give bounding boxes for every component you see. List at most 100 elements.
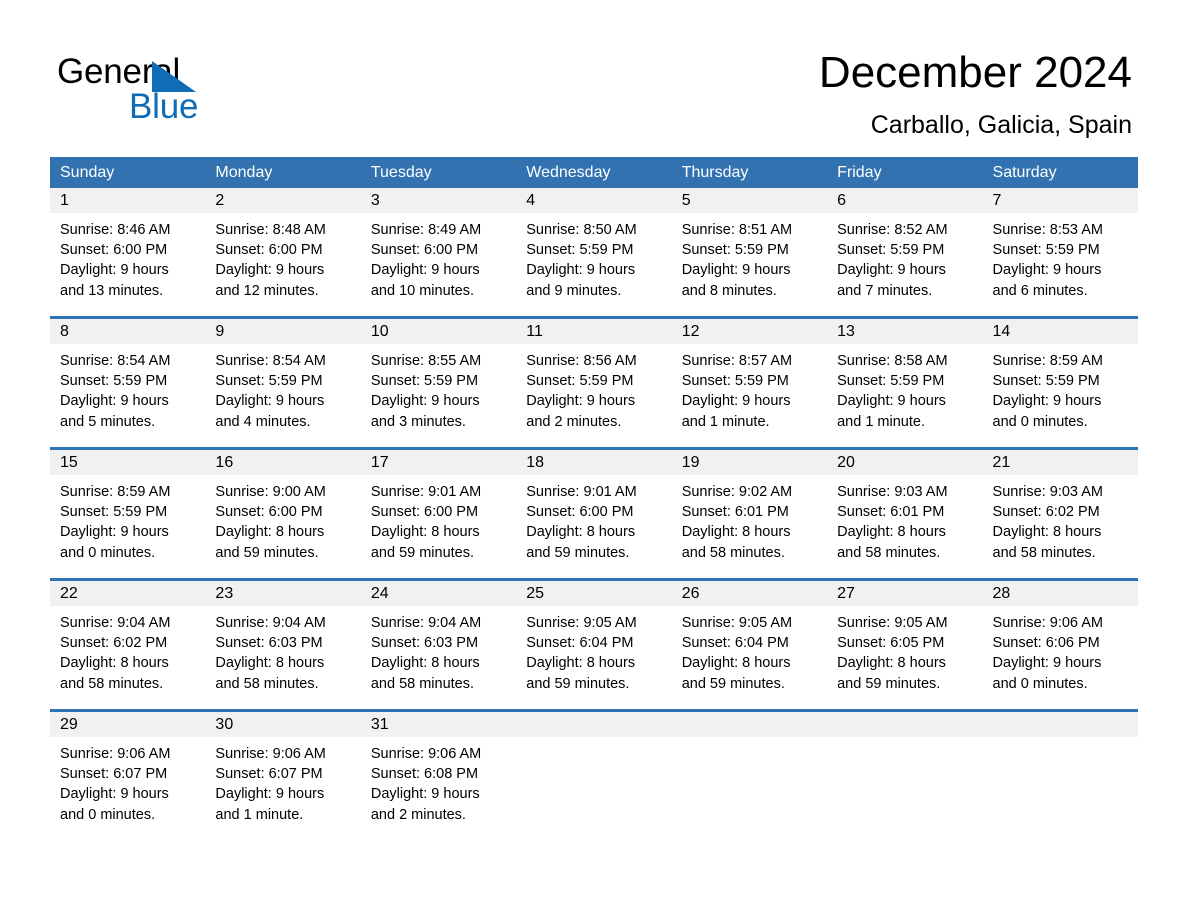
day-number-band: 23 (205, 581, 361, 606)
day-cell[interactable]: 24 Sunrise: 9:04 AM Sunset: 6:03 PM Dayl… (360, 581, 517, 699)
sunrise-text: Sunrise: 9:01 AM (526, 484, 637, 500)
day-number-band: 30 (205, 712, 361, 737)
day-number-band: 19 (671, 450, 828, 475)
daylight-text-line1: Daylight: 9 hours (60, 524, 169, 541)
day-cell[interactable]: 5 Sunrise: 8:51 AM Sunset: 5:59 PM Dayli… (671, 188, 828, 306)
sunrise-text: Sunrise: 8:59 AM (992, 353, 1103, 369)
day-cell[interactable]: 11 Sunrise: 8:56 AM Sunset: 5:59 PM Dayl… (516, 319, 672, 437)
weekday-header-sunday: Sunday (60, 164, 115, 181)
day-cell[interactable]: 28 Sunrise: 9:06 AM Sunset: 6:06 PM Dayl… (982, 581, 1138, 699)
sunrise-text: Sunrise: 8:58 AM (837, 353, 948, 369)
day-number: 30 (215, 716, 234, 733)
day-cell[interactable]: 13 Sunrise: 8:58 AM Sunset: 5:59 PM Dayl… (827, 319, 983, 437)
day-details: Sunrise: 9:03 AM Sunset: 6:01 PM Dayligh… (827, 475, 982, 568)
day-number-band: 16 (205, 450, 361, 475)
daylight-text-line1: Daylight: 8 hours (837, 524, 946, 541)
day-cell[interactable]: 16 Sunrise: 9:00 AM Sunset: 6:00 PM Dayl… (205, 450, 361, 568)
daylight-text-line2: and 59 minutes. (215, 544, 319, 561)
day-details: Sunrise: 9:05 AM Sunset: 6:04 PM Dayligh… (672, 606, 827, 699)
daylight-text-line1: Daylight: 9 hours (370, 786, 480, 803)
sunset-text: Sunset: 5:59 PM (215, 373, 323, 390)
day-cell[interactable]: 26 Sunrise: 9:05 AM Sunset: 6:04 PM Dayl… (671, 581, 828, 699)
day-cell[interactable]: 23 Sunrise: 9:04 AM Sunset: 6:03 PM Dayl… (205, 581, 361, 699)
sunset-text: Sunset: 5:59 PM (60, 504, 168, 521)
day-cell[interactable]: 4 Sunrise: 8:50 AM Sunset: 5:59 PM Dayli… (516, 188, 672, 306)
day-cell[interactable]: 25 Sunrise: 9:05 AM Sunset: 6:04 PM Dayl… (516, 581, 672, 699)
sunrise-text: Sunrise: 9:06 AM (60, 746, 171, 762)
day-number: 5 (681, 192, 691, 209)
day-details: Sunrise: 9:06 AM Sunset: 6:06 PM Dayligh… (983, 606, 1138, 699)
day-number: 7 (992, 192, 1002, 209)
daylight-text-line2: and 59 minutes. (837, 675, 941, 692)
day-number-band: 8 (50, 319, 206, 344)
day-number-band: 25 (516, 581, 672, 606)
daylight-text-line2: and 0 minutes. (60, 544, 156, 561)
day-number-band: 4 (516, 188, 672, 213)
day-cell[interactable]: 31 Sunrise: 9:06 AM Sunset: 6:08 PM Dayl… (360, 712, 517, 830)
day-number-band (516, 712, 672, 737)
sunset-text: Sunset: 5:59 PM (526, 373, 634, 390)
day-number: 18 (526, 454, 545, 471)
daylight-text-line1: Daylight: 9 hours (681, 262, 791, 279)
daylight-text-line2: and 6 minutes. (992, 282, 1088, 299)
daylight-text-line2: and 9 minutes. (526, 282, 622, 299)
day-number: 6 (837, 192, 847, 209)
day-number: 3 (370, 192, 380, 209)
day-cell[interactable]: 27 Sunrise: 9:05 AM Sunset: 6:05 PM Dayl… (827, 581, 983, 699)
day-cell[interactable]: 10 Sunrise: 8:55 AM Sunset: 5:59 PM Dayl… (360, 319, 517, 437)
week-row: 29 Sunrise: 9:06 AM Sunset: 6:07 PM Dayl… (50, 709, 1138, 830)
sunrise-text: Sunrise: 8:55 AM (370, 353, 482, 369)
day-number-band: 20 (827, 450, 983, 475)
sunrise-text: Sunrise: 8:57 AM (681, 353, 793, 369)
day-number: 4 (526, 192, 536, 209)
day-details (983, 737, 1138, 830)
day-number-band: 17 (360, 450, 517, 475)
sunset-text: Sunset: 6:07 PM (60, 766, 168, 783)
day-cell[interactable]: 18 Sunrise: 9:01 AM Sunset: 6:00 PM Dayl… (516, 450, 672, 568)
day-cell[interactable]: 14 Sunrise: 8:59 AM Sunset: 5:59 PM Dayl… (982, 319, 1138, 437)
daylight-text-line1: Daylight: 9 hours (215, 786, 325, 803)
day-cell[interactable]: 6 Sunrise: 8:52 AM Sunset: 5:59 PM Dayli… (827, 188, 983, 306)
day-number: 10 (370, 323, 389, 340)
logo-text-blue: Blue (129, 87, 199, 126)
day-cell[interactable]: 30 Sunrise: 9:06 AM Sunset: 6:07 PM Dayl… (205, 712, 361, 830)
day-cell[interactable]: 9 Sunrise: 8:54 AM Sunset: 5:59 PM Dayli… (205, 319, 361, 437)
daylight-text-line1: Daylight: 9 hours (526, 262, 636, 279)
daylight-text-line2: and 58 minutes. (992, 544, 1096, 561)
daylight-text-line2: and 59 minutes. (526, 544, 630, 561)
day-cell[interactable]: 2 Sunrise: 8:48 AM Sunset: 6:00 PM Dayli… (205, 188, 361, 306)
day-cell[interactable]: 8 Sunrise: 8:54 AM Sunset: 5:59 PM Dayli… (50, 319, 206, 437)
day-details: Sunrise: 8:46 AM Sunset: 6:00 PM Dayligh… (50, 213, 205, 306)
day-number-band: 18 (516, 450, 672, 475)
sunset-text: Sunset: 5:59 PM (992, 373, 1100, 390)
day-cell[interactable]: 1 Sunrise: 8:46 AM Sunset: 6:00 PM Dayli… (50, 188, 206, 306)
sunrise-text: Sunrise: 9:01 AM (370, 484, 482, 500)
day-cell[interactable]: 15 Sunrise: 8:59 AM Sunset: 5:59 PM Dayl… (50, 450, 206, 568)
day-number-band: 1 (50, 188, 206, 213)
day-number: 27 (837, 585, 855, 602)
day-details: Sunrise: 9:01 AM Sunset: 6:00 PM Dayligh… (361, 475, 516, 568)
sunrise-text: Sunrise: 8:59 AM (60, 484, 171, 500)
day-cell[interactable]: 21 Sunrise: 9:03 AM Sunset: 6:02 PM Dayl… (982, 450, 1138, 568)
day-details: Sunrise: 8:59 AM Sunset: 5:59 PM Dayligh… (50, 475, 205, 568)
day-cell[interactable]: 12 Sunrise: 8:57 AM Sunset: 5:59 PM Dayl… (671, 319, 828, 437)
day-details: Sunrise: 8:51 AM Sunset: 5:59 PM Dayligh… (672, 213, 827, 306)
day-number: 29 (60, 716, 78, 733)
day-cell[interactable]: 20 Sunrise: 9:03 AM Sunset: 6:01 PM Dayl… (827, 450, 983, 568)
sunrise-text: Sunrise: 8:54 AM (215, 353, 326, 369)
day-cell[interactable]: 29 Sunrise: 9:06 AM Sunset: 6:07 PM Dayl… (50, 712, 206, 830)
day-cell[interactable]: 22 Sunrise: 9:04 AM Sunset: 6:02 PM Dayl… (50, 581, 206, 699)
day-details: Sunrise: 8:59 AM Sunset: 5:59 PM Dayligh… (983, 344, 1138, 437)
sunset-text: Sunset: 6:04 PM (526, 635, 634, 652)
day-details: Sunrise: 8:50 AM Sunset: 5:59 PM Dayligh… (516, 213, 671, 306)
day-cell[interactable]: 7 Sunrise: 8:53 AM Sunset: 5:59 PM Dayli… (982, 188, 1138, 306)
day-number-band: 29 (50, 712, 206, 737)
day-cell[interactable]: 17 Sunrise: 9:01 AM Sunset: 6:00 PM Dayl… (360, 450, 517, 568)
sunrise-text: Sunrise: 8:49 AM (370, 222, 482, 238)
day-number-band: 28 (982, 581, 1138, 606)
sunrise-text: Sunrise: 9:05 AM (681, 615, 793, 631)
day-cell[interactable]: 3 Sunrise: 8:49 AM Sunset: 6:00 PM Dayli… (360, 188, 517, 306)
day-details: Sunrise: 9:01 AM Sunset: 6:00 PM Dayligh… (516, 475, 671, 568)
day-number-band: 7 (982, 188, 1138, 213)
day-cell[interactable]: 19 Sunrise: 9:02 AM Sunset: 6:01 PM Dayl… (671, 450, 828, 568)
